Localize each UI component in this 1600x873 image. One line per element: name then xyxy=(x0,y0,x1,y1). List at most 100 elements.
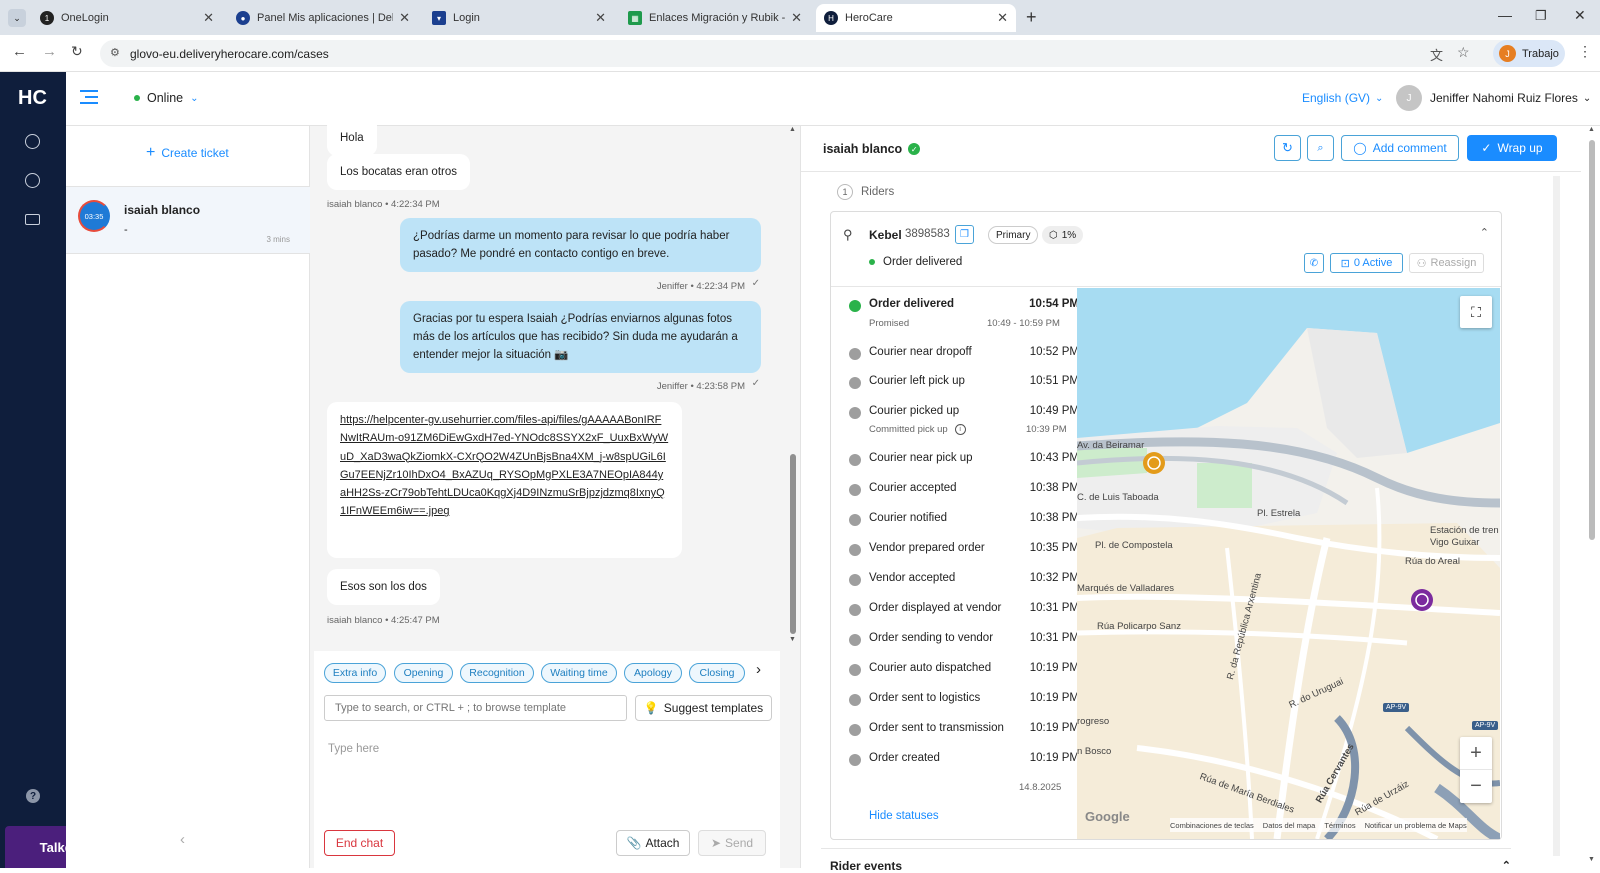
suggest-templates-button[interactable]: 💡 Suggest templates xyxy=(635,695,772,721)
close-icon[interactable]: ✕ xyxy=(595,10,606,26)
lightbulb-icon: 💡 xyxy=(643,701,659,715)
call-rider-button[interactable]: ✆ xyxy=(1304,253,1324,273)
dropoff-marker[interactable] xyxy=(1411,589,1433,611)
map-label: n Bosco xyxy=(1077,746,1112,757)
wrap-up-button[interactable]: ✓ Wrap up xyxy=(1467,135,1557,161)
dashboard-icon[interactable] xyxy=(25,134,40,149)
status-label: Courier near pick up xyxy=(869,452,973,464)
status-row: Courier near dropoff 10:52 PM xyxy=(849,344,1079,366)
bookmark-star-icon[interactable]: ☆ xyxy=(1457,44,1470,61)
user-menu[interactable]: Jeniffer Nahomi Ruiz Flores ⌄ xyxy=(1430,91,1591,105)
map-terms-link[interactable]: Términos xyxy=(1324,821,1355,830)
map[interactable]: Av. da Beiramar C. de Luis Taboada Pl. E… xyxy=(1077,288,1500,839)
template-chip[interactable]: Apology xyxy=(624,663,682,683)
scrollbar-thumb[interactable] xyxy=(790,454,796,634)
case-detail-panel: isaiah blanco ✓ ↻ ⌕ ◯ Add comment ✓ Wrap… xyxy=(800,126,1600,873)
send-button[interactable]: ➤ Send xyxy=(698,830,766,856)
attach-button[interactable]: 📎 Attach xyxy=(616,830,690,856)
status-dropdown[interactable]: Online ⌄ xyxy=(134,91,199,105)
create-ticket-button[interactable]: + Create ticket xyxy=(146,144,229,162)
status-time: 10:19 PM xyxy=(1029,662,1079,674)
close-icon[interactable]: ✕ xyxy=(399,10,410,26)
status-time: 10:31 PM xyxy=(1029,602,1079,614)
template-chip[interactable]: Waiting time xyxy=(541,663,617,683)
message-input[interactable]: Type here xyxy=(328,743,379,755)
profile-button[interactable]: J Trabajo xyxy=(1493,40,1565,67)
template-chip[interactable]: Extra info xyxy=(324,663,386,683)
rider-acceptance: ⬡ 1% xyxy=(1042,226,1084,244)
user-avatar[interactable]: J xyxy=(1396,85,1422,111)
status-label: Order created xyxy=(869,752,940,764)
pickup-marker[interactable] xyxy=(1143,452,1165,474)
copy-icon[interactable]: ❐ xyxy=(955,225,974,244)
collapse-icon[interactable]: ⌃ xyxy=(1480,226,1489,239)
zoom-in-icon[interactable]: + xyxy=(1460,737,1492,770)
help-icon[interactable]: ? xyxy=(26,789,40,803)
hide-statuses-link[interactable]: Hide statuses xyxy=(869,810,939,822)
template-search-input[interactable] xyxy=(324,695,627,721)
url-field[interactable]: ⚙ glovo-eu.deliveryherocare.com/cases 文 … xyxy=(100,40,1520,67)
browser-menu-icon[interactable]: ⋮ xyxy=(1578,43,1592,60)
status-time: 10:38 PM xyxy=(1029,512,1079,524)
tab-search-icon[interactable]: ⌄ xyxy=(8,9,26,27)
collapse-icon[interactable]: ⌃ xyxy=(1502,859,1511,872)
case-item[interactable]: 03:35 isaiah blanco - 3 mins xyxy=(66,186,310,254)
map-data-link[interactable]: Datos del mapa xyxy=(1263,821,1316,830)
folder-icon[interactable] xyxy=(25,214,40,225)
window-close-icon[interactable]: ✕ xyxy=(1574,7,1586,24)
map-shortcuts-link[interactable]: Combinaciones de teclas xyxy=(1170,821,1254,830)
attach-label: Attach xyxy=(645,836,680,850)
bag-icon: ⊡ xyxy=(1340,257,1350,270)
info-icon[interactable]: i xyxy=(954,424,966,435)
maximize-icon[interactable]: ❐ xyxy=(1535,8,1547,24)
customer-header: isaiah blanco ✓ xyxy=(823,142,921,156)
menu-toggle-icon[interactable] xyxy=(80,90,98,106)
chat-icon[interactable] xyxy=(25,173,40,188)
plus-icon: + xyxy=(146,144,156,161)
forward-icon[interactable]: → xyxy=(42,43,57,60)
reassign-button[interactable]: ⚇ Reassign xyxy=(1409,253,1484,273)
rider-events-header[interactable]: Rider events ⌃ xyxy=(821,848,1511,873)
end-chat-button[interactable]: End chat xyxy=(324,830,395,856)
map-report-link[interactable]: Notificar un problema de Maps xyxy=(1365,821,1467,830)
reload-icon[interactable]: ↻ xyxy=(71,43,83,60)
site-info-icon[interactable]: ⚙ xyxy=(110,46,120,59)
herocare-icon: H xyxy=(824,11,838,25)
app-icon: ▾ xyxy=(432,11,446,25)
status-check-icon xyxy=(849,300,861,312)
rider-name: Kebel xyxy=(869,228,902,242)
close-icon[interactable]: ✕ xyxy=(203,10,214,26)
browser-tab[interactable]: ▦ Enlaces Migración y Rubik - Go ✕ xyxy=(620,4,810,32)
collapse-left-icon[interactable]: ‹ xyxy=(180,831,185,848)
attachment-link[interactable]: https://helpcenter-gv.usehurrier.com/fil… xyxy=(340,414,668,517)
browser-tab-active[interactable]: H HeroCare ✕ xyxy=(816,4,1016,32)
close-icon[interactable]: ✕ xyxy=(791,10,802,26)
template-chip[interactable]: Recognition xyxy=(460,663,534,683)
translate-icon[interactable]: 文 xyxy=(1430,45,1443,64)
add-comment-button[interactable]: ◯ Add comment xyxy=(1341,135,1459,161)
chevron-right-icon[interactable]: › xyxy=(756,661,761,678)
back-icon[interactable]: ← xyxy=(12,43,27,60)
panel-scrollbar[interactable]: ▲ ▼ xyxy=(1582,126,1600,868)
scrollbar-thumb[interactable] xyxy=(1589,140,1595,540)
tab-title: Login xyxy=(453,12,480,24)
browser-tab[interactable]: ● Panel Mis aplicaciones | Deliver ✕ xyxy=(228,4,418,32)
active-label: 0 Active xyxy=(1353,257,1393,269)
minimize-icon[interactable]: — xyxy=(1498,7,1512,23)
browser-tab[interactable]: ▾ Login ✕ xyxy=(424,4,614,32)
template-chip[interactable]: Closing xyxy=(689,663,745,683)
message-meta: isaiah blanco • 4:22:34 PM xyxy=(327,199,440,210)
active-orders-button[interactable]: ⊡ 0 Active xyxy=(1330,253,1403,273)
chat-scrollbar[interactable]: ▲ ▼ xyxy=(788,126,798,646)
search-button[interactable]: ⌕ xyxy=(1307,135,1334,161)
fullscreen-icon[interactable]: ⛶ xyxy=(1460,296,1492,328)
language-dropdown[interactable]: English (GV) ⌄ xyxy=(1302,91,1383,105)
zoom-out-icon[interactable]: − xyxy=(1460,770,1492,803)
panel-inner-scrollbar[interactable] xyxy=(1553,176,1560,856)
case-timer: 03:35 xyxy=(78,200,110,232)
template-chip[interactable]: Opening xyxy=(394,663,453,683)
new-tab-icon[interactable]: + xyxy=(1026,7,1037,28)
refresh-button[interactable]: ↻ xyxy=(1274,135,1301,161)
close-icon[interactable]: ✕ xyxy=(997,10,1008,26)
browser-tab[interactable]: 1 OneLogin ✕ xyxy=(32,4,222,32)
